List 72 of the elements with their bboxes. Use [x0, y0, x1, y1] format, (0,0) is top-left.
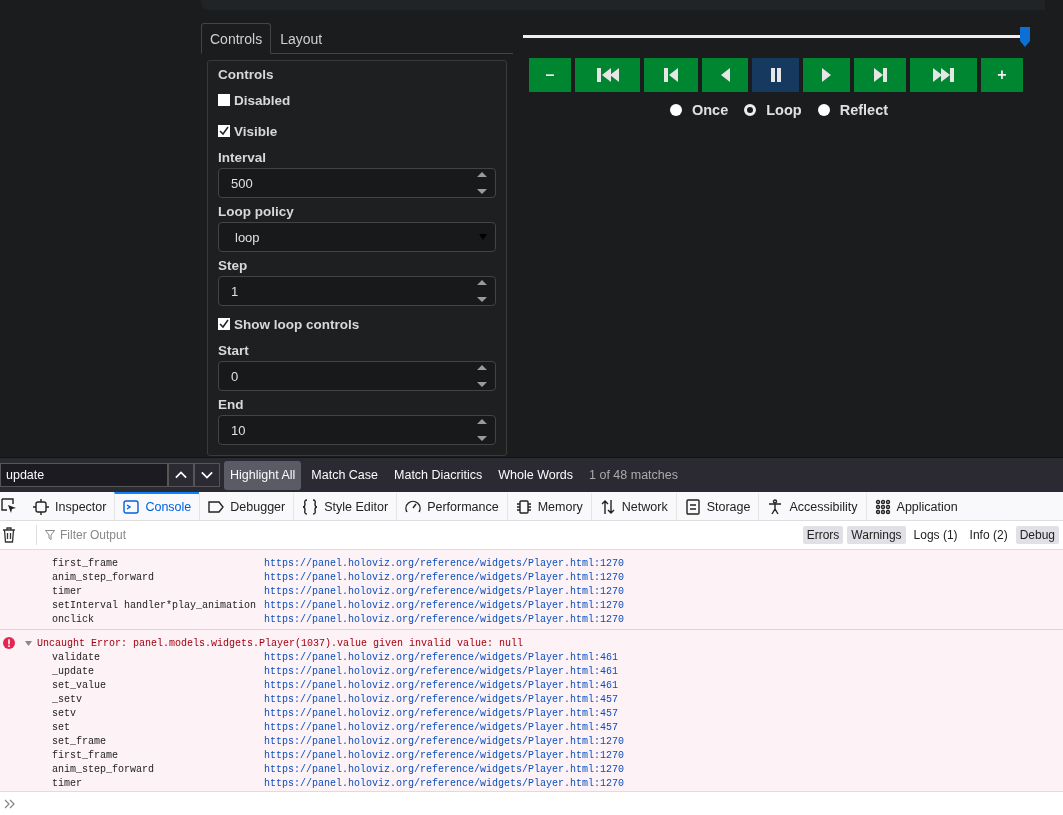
- card-title: Controls: [218, 67, 275, 82]
- stack-function: first_frame: [51, 557, 119, 569]
- radio-label: Once: [691, 102, 729, 118]
- source-link[interactable]: https://panel.holoviz.org/reference/widgets/Player.html:1270: [264, 763, 625, 775]
- source-link[interactable]: https://panel.holoviz.org/reference/widgets/Player.html:457: [264, 707, 619, 719]
- checkbox-label: Visible: [234, 123, 278, 139]
- source-link[interactable]: https://panel.holoviz.org/reference/widgets/Player.html:1270: [264, 585, 625, 597]
- match-count: 1 of 48 matches: [589, 468, 678, 482]
- find-toggle[interactable]: Match Case: [305, 460, 385, 490]
- checkbox-label: Disabled: [234, 92, 291, 108]
- radio-label: Reflect: [839, 102, 889, 118]
- source-link[interactable]: https://panel.holoviz.org/reference/widgets/Player.html:1270: [264, 777, 625, 789]
- stack-function: _update: [51, 665, 95, 677]
- stack-function: setv: [51, 707, 77, 719]
- source-link[interactable]: https://panel.holoviz.org/reference/widgets/Player.html:1270: [264, 735, 625, 747]
- devtools-tab[interactable]: Style Editor: [293, 492, 397, 520]
- stack-function: anim_step_forward: [51, 763, 156, 775]
- number-field[interactable]: 0: [218, 361, 496, 391]
- devtools-tab[interactable]: Performance: [396, 492, 507, 520]
- source-link[interactable]: https://panel.holoviz.org/reference/widgets/Player.html:1270: [264, 557, 625, 569]
- radio-label: Loop: [766, 102, 802, 118]
- log-level-toggle[interactable]: Logs (1): [909, 526, 962, 544]
- source-link[interactable]: https://panel.holoviz.org/reference/widgets/Player.html:457: [264, 693, 619, 705]
- stack-function: set_value: [51, 679, 107, 691]
- stack-function: set: [51, 721, 71, 733]
- field-label: Step: [218, 258, 249, 273]
- stack-function: onclick: [51, 613, 95, 625]
- error-message: Uncaught Error: panel.models.widgets.Player(1037).value given invalid value: null: [37, 637, 524, 649]
- source-link[interactable]: https://panel.holoviz.org/reference/widgets/Player.html:1270: [264, 571, 625, 583]
- find-toggle[interactable]: Whole Words: [492, 460, 580, 490]
- devtools-tab[interactable]: Debugger: [199, 492, 294, 520]
- log-level-toggle[interactable]: Errors: [802, 526, 844, 544]
- source-link[interactable]: https://panel.holoviz.org/reference/widgets/Player.html:457: [264, 721, 619, 733]
- select-field[interactable]: loop: [218, 222, 496, 252]
- source-link[interactable]: https://panel.holoviz.org/reference/widgets/Player.html:461: [264, 679, 619, 691]
- field-label: Loop policy: [218, 204, 295, 219]
- devtools-tab[interactable]: Storage: [675, 492, 759, 520]
- source-link[interactable]: https://panel.holoviz.org/reference/widgets/Player.html:1270: [264, 613, 625, 625]
- source-link[interactable]: https://panel.holoviz.org/reference/widgets/Player.html:461: [264, 665, 619, 677]
- devtools-tab[interactable]: Memory: [506, 492, 591, 520]
- log-level-toggle[interactable]: Info (2): [965, 526, 1012, 544]
- number-field[interactable]: 10: [218, 415, 496, 445]
- devtools-tab[interactable]: Application: [865, 492, 966, 520]
- find-field[interactable]: update: [0, 463, 168, 487]
- stack-function: timer: [51, 585, 83, 597]
- field-label: End: [218, 397, 245, 412]
- stack-function: timer: [51, 777, 83, 789]
- panel-tab[interactable]: Layout: [271, 23, 332, 54]
- find-toggle[interactable]: Highlight All: [224, 460, 302, 490]
- source-link[interactable]: https://panel.holoviz.org/reference/widgets/Player.html:461: [264, 651, 619, 663]
- source-link[interactable]: https://panel.holoviz.org/reference/widgets/Player.html:1270: [264, 749, 625, 761]
- log-level-toggle[interactable]: Debug: [1015, 526, 1059, 544]
- devtools-tab[interactable]: Accessibility: [758, 492, 866, 520]
- stack-function: anim_step_forward: [51, 571, 156, 583]
- field-label: Interval: [218, 150, 268, 165]
- panel-tab[interactable]: Controls: [201, 23, 272, 54]
- stack-function: first_frame: [51, 749, 119, 761]
- decrement-button[interactable]: –: [529, 58, 571, 92]
- devtools-tab[interactable]: Inspector: [25, 492, 115, 520]
- number-field[interactable]: 1: [218, 276, 496, 306]
- stack-function: validate: [51, 651, 101, 663]
- field-label: Start: [218, 343, 250, 358]
- stack-function: setInterval handler*play_animation: [51, 599, 258, 611]
- increment-button[interactable]: +: [981, 58, 1023, 92]
- source-link[interactable]: https://panel.holoviz.org/reference/widgets/Player.html:1270: [264, 599, 625, 611]
- stack-function: set_frame: [51, 735, 107, 747]
- devtools-tab[interactable]: Network: [590, 492, 676, 520]
- log-level-toggle[interactable]: Warnings: [847, 526, 906, 544]
- stack-function: _setv: [51, 693, 83, 705]
- number-field[interactable]: 500: [218, 168, 496, 198]
- find-toggle[interactable]: Match Diacritics: [388, 460, 489, 490]
- checkbox-label: Show loop controls: [234, 316, 360, 332]
